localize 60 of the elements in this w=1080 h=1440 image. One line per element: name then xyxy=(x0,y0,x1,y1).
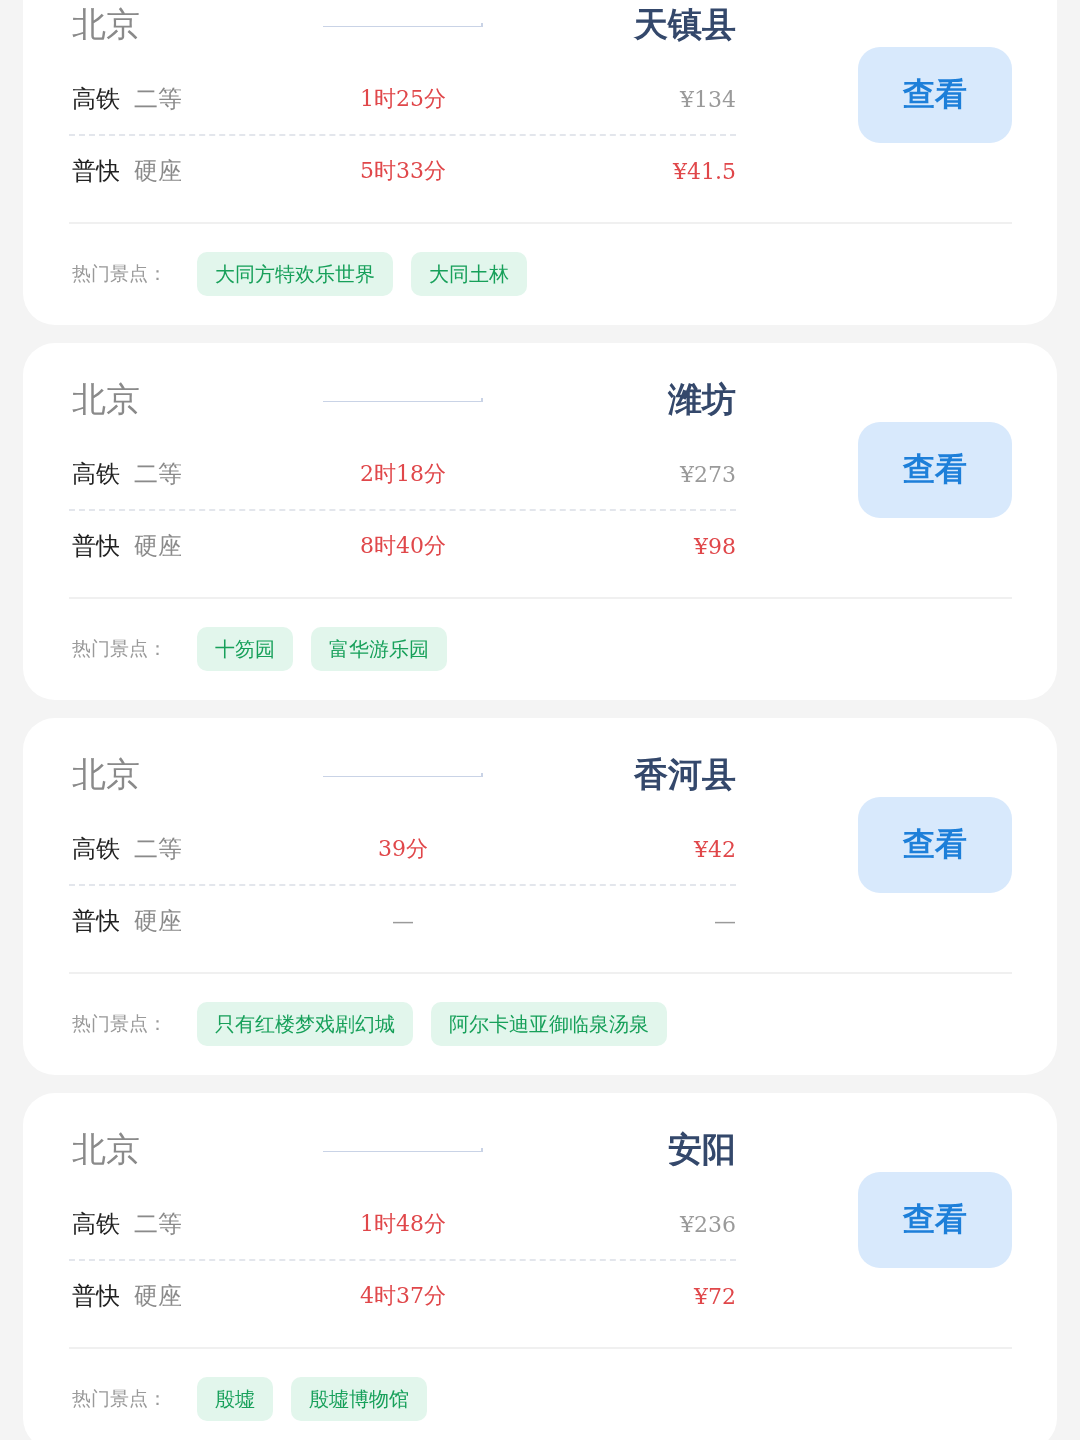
spots-label: 热门景点： xyxy=(71,261,167,286)
origin-city: 北京 xyxy=(71,378,140,421)
attraction-tag[interactable]: 大同方特欢乐世界 xyxy=(197,252,393,296)
train-type: 普快 xyxy=(72,156,120,187)
ticket-price: — xyxy=(714,908,736,934)
seat-class: 硬座 xyxy=(134,531,182,562)
spots-label: 热门景点： xyxy=(71,636,167,661)
ticket-price: ¥72 xyxy=(694,1283,736,1309)
origin-city: 北京 xyxy=(71,753,140,796)
ticket-price: ¥236 xyxy=(680,1211,736,1237)
view-button[interactable]: 查看 xyxy=(858,47,1012,143)
attraction-tag[interactable]: 富华游乐园 xyxy=(311,627,447,671)
seat-class: 二等 xyxy=(134,459,182,490)
origin-city: 北京 xyxy=(71,1128,140,1171)
origin-city: 北京 xyxy=(71,3,140,46)
seat-class: 二等 xyxy=(134,834,182,865)
travel-duration: 1时48分 xyxy=(360,1210,446,1238)
attraction-tag[interactable]: 殷墟博物馆 xyxy=(291,1377,427,1421)
train-type: 普快 xyxy=(72,531,120,562)
train-type: 高铁 xyxy=(72,834,120,865)
seat-class: 硬座 xyxy=(134,1281,182,1312)
attraction-tag[interactable]: 十笏园 xyxy=(197,627,293,671)
train-type: 高铁 xyxy=(72,459,120,490)
spots-label: 热门景点： xyxy=(71,1011,167,1036)
seat-class: 硬座 xyxy=(134,906,182,937)
arrow-line-icon xyxy=(323,770,483,780)
ticket-price: ¥42 xyxy=(694,836,736,862)
destination-city: 潍坊 xyxy=(668,378,736,421)
arrow-line-icon xyxy=(323,395,483,405)
destination-city: 天镇县 xyxy=(634,3,736,46)
arrow-line-icon xyxy=(323,1145,483,1155)
travel-duration: 4时37分 xyxy=(360,1282,446,1310)
view-button[interactable]: 查看 xyxy=(858,797,1012,893)
seat-class: 二等 xyxy=(134,84,182,115)
view-button[interactable]: 查看 xyxy=(858,422,1012,518)
ticket-price: ¥273 xyxy=(680,461,736,487)
travel-duration: 8时40分 xyxy=(360,532,446,560)
view-button[interactable]: 查看 xyxy=(858,1172,1012,1268)
attraction-tag[interactable]: 殷墟 xyxy=(197,1377,273,1421)
train-type: 高铁 xyxy=(72,1209,120,1240)
attraction-tag[interactable]: 只有红楼梦戏剧幻城 xyxy=(197,1002,413,1046)
travel-duration: 5时33分 xyxy=(360,157,446,185)
seat-class: 硬座 xyxy=(134,156,182,187)
destination-city: 安阳 xyxy=(668,1128,736,1171)
train-type: 普快 xyxy=(72,906,120,937)
ticket-price: ¥41.5 xyxy=(673,158,736,184)
arrow-line-icon xyxy=(323,20,483,30)
travel-duration: 39分 xyxy=(378,835,428,863)
ticket-price: ¥134 xyxy=(680,86,736,112)
seat-class: 二等 xyxy=(134,1209,182,1240)
travel-duration: — xyxy=(392,908,414,934)
destination-city: 香河县 xyxy=(634,753,736,796)
ticket-price: ¥98 xyxy=(694,533,736,559)
train-type: 普快 xyxy=(72,1281,120,1312)
attraction-tag[interactable]: 阿尔卡迪亚御临泉汤泉 xyxy=(431,1002,667,1046)
travel-duration: 1时25分 xyxy=(360,85,446,113)
train-type: 高铁 xyxy=(72,84,120,115)
attraction-tag[interactable]: 大同土林 xyxy=(411,252,527,296)
spots-label: 热门景点： xyxy=(71,1386,167,1411)
travel-duration: 2时18分 xyxy=(360,460,446,488)
